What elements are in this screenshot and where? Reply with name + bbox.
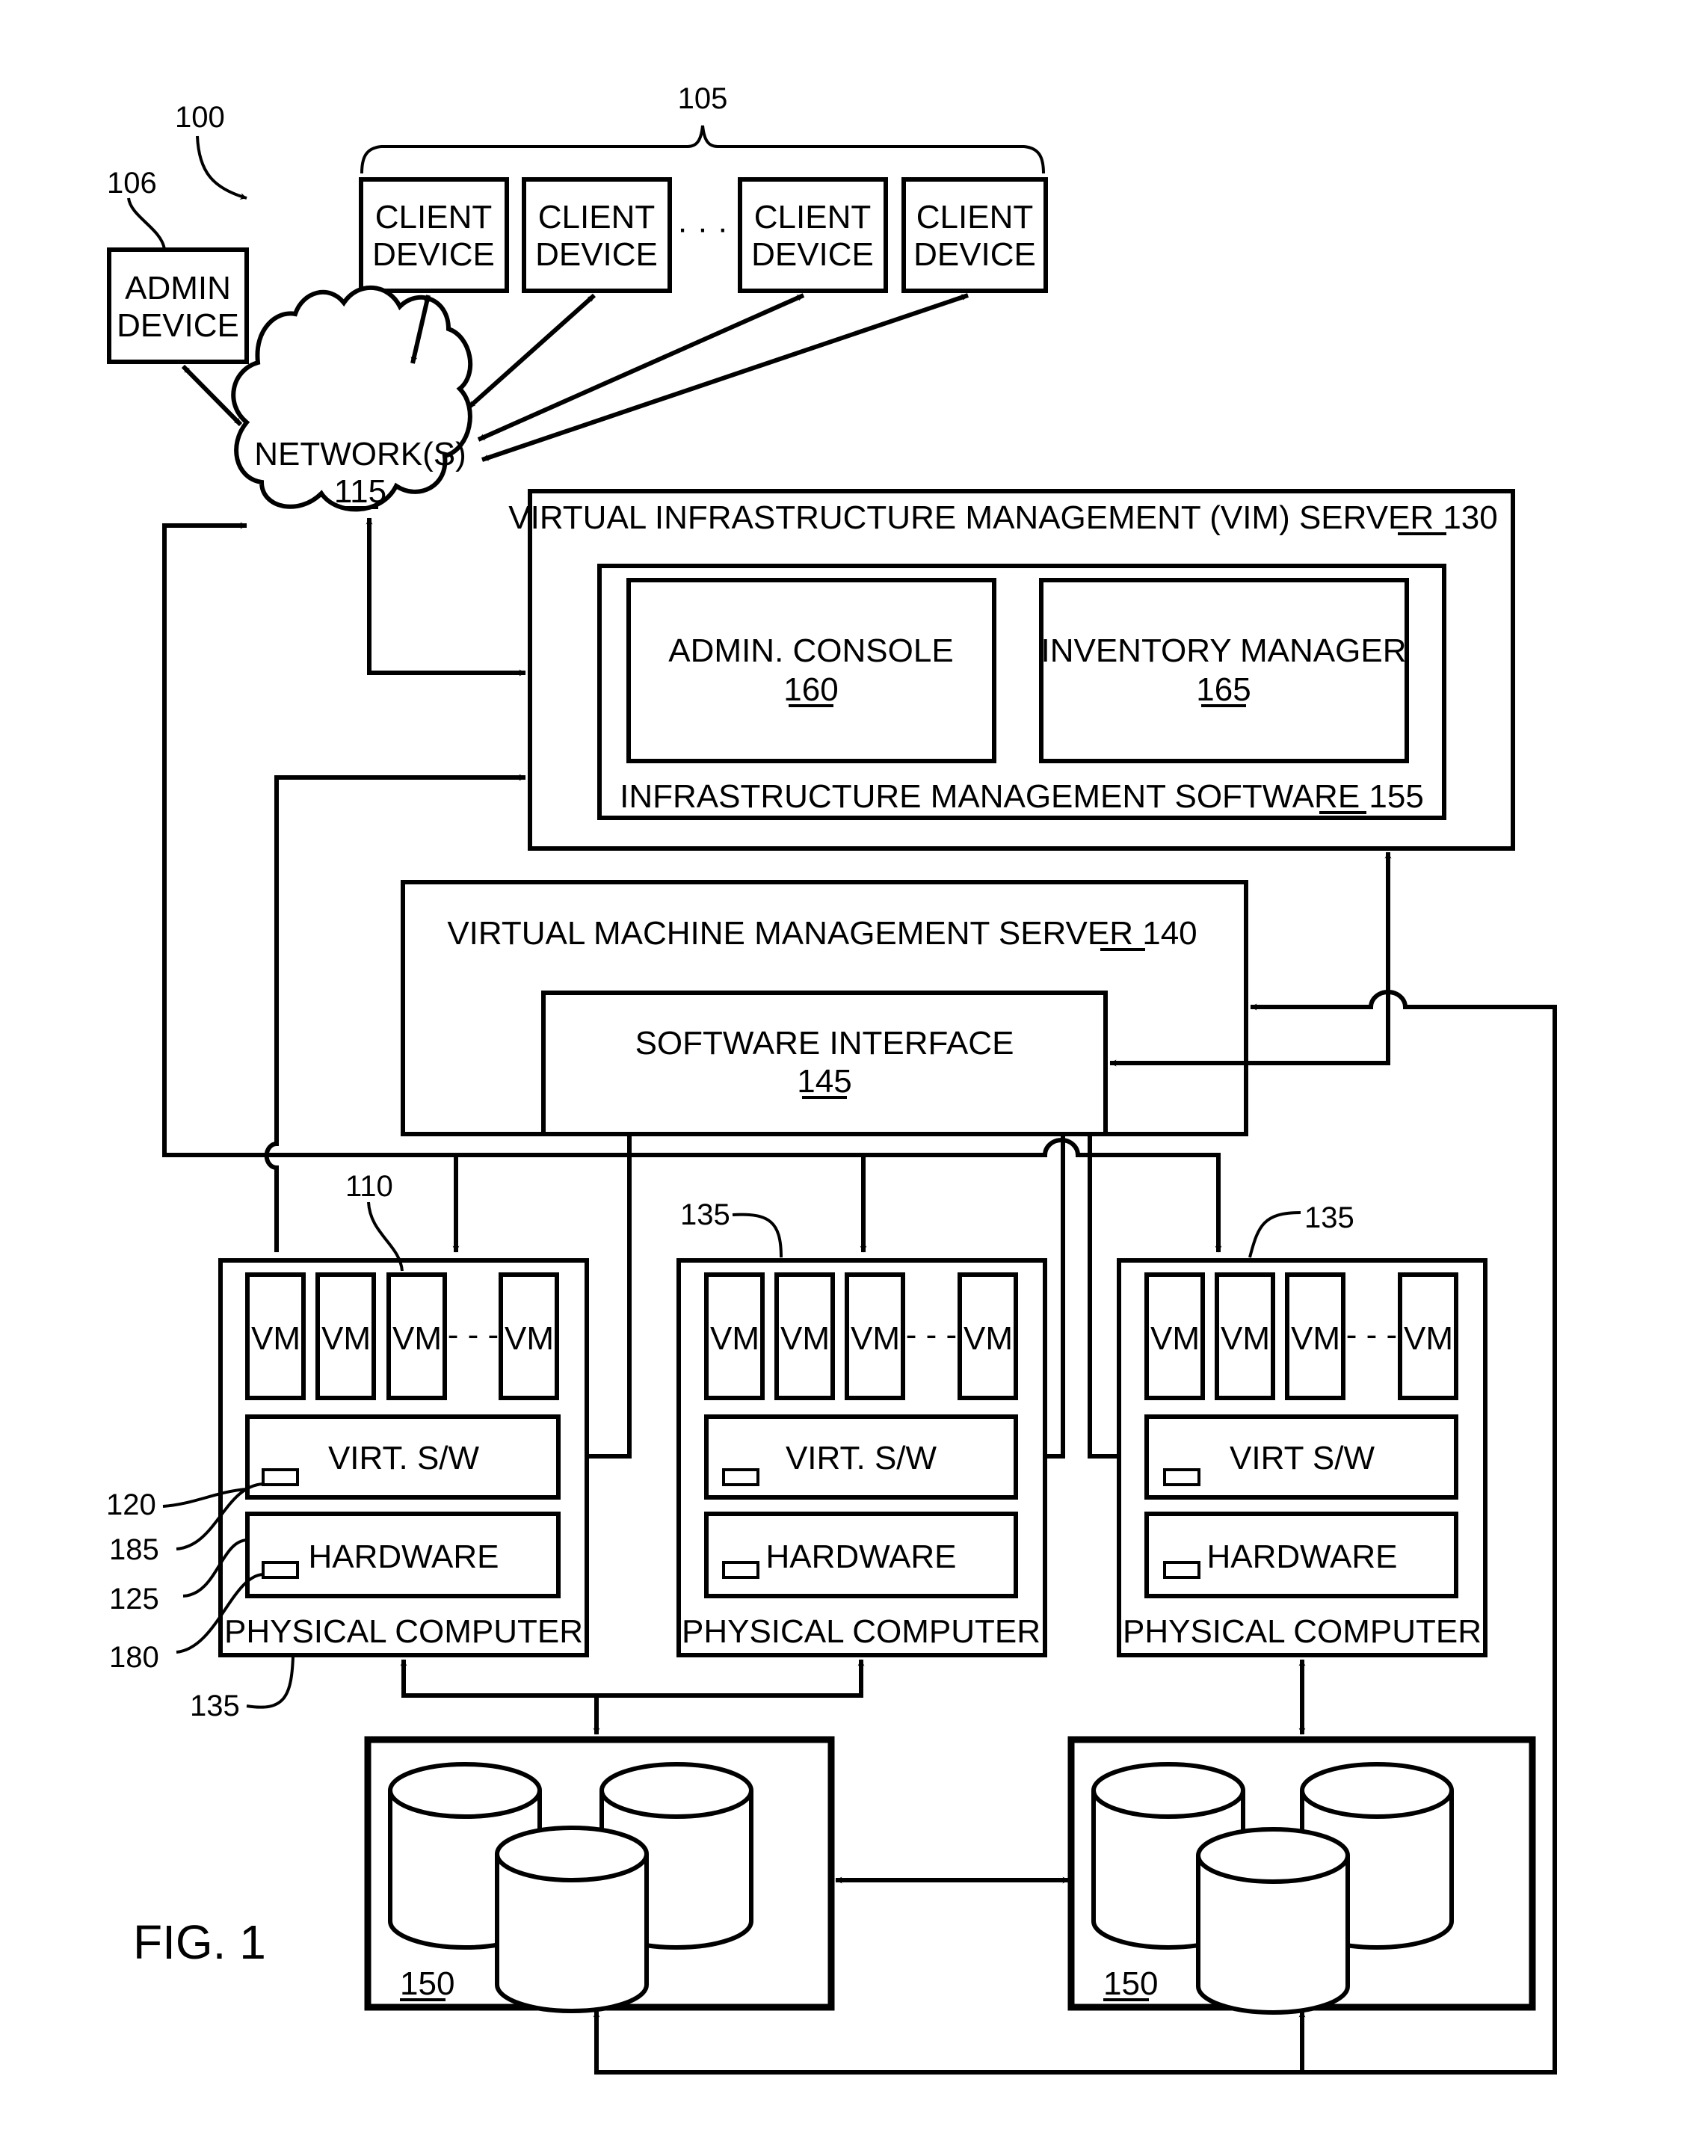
vm-2-4-label: VM	[964, 1320, 1013, 1357]
link-bus-computer3	[863, 1138, 1222, 1253]
admin-device[interactable]: ADMIN DEVICE	[107, 247, 249, 364]
link-bus-computer2	[456, 1153, 867, 1253]
network-cloud[interactable]: NETWORK(S) 115	[231, 285, 473, 512]
computer1-ref-leader	[246, 1656, 295, 1709]
vm-3-3-label: VM	[1291, 1320, 1340, 1357]
software-interface-label: SOFTWARE INTERFACE	[635, 1025, 1014, 1062]
storage-2-ref: 150	[1103, 1965, 1158, 2002]
link-client2-network	[467, 293, 596, 410]
hardware-1-label: HARDWARE	[308, 1539, 499, 1575]
computer3-ref-leader	[1248, 1211, 1301, 1258]
virtualization-system-diagram: /* marker sizes */ 100 106 ADMIN DEVICE …	[106, 82, 1557, 2075]
vm-3-ellipsis: - - -	[1346, 1316, 1397, 1353]
virt-sw-2-label: VIRT. S/W	[786, 1440, 937, 1476]
client-device-4-line2: DEVICE	[913, 236, 1036, 273]
client-device-1[interactable]: CLIENT DEVICE	[359, 177, 509, 293]
inventory-manager[interactable]: INVENTORY MANAGER 165	[1039, 578, 1409, 763]
client-group-ref: 105	[678, 82, 728, 115]
storage-array-2[interactable]: 150	[1067, 1736, 1536, 2015]
client-group-brace	[360, 125, 1045, 174]
inventory-manager-ref: 165	[1196, 671, 1251, 708]
link-bus-computer1	[164, 1153, 460, 1253]
link-network-vim	[366, 517, 526, 677]
vmm-server[interactable]: VIRTUAL MACHINE MANAGEMENT SERVER 140 SO…	[401, 880, 1248, 1136]
physical-computer-1-label: PHYSICAL COMPUTER	[224, 1613, 583, 1650]
client-device-3-line2: DEVICE	[751, 236, 874, 273]
admin-console-label: ADMIN. CONSOLE	[668, 632, 953, 669]
client-device-1-line2: DEVICE	[372, 236, 495, 273]
admin-device-line1: ADMIN	[125, 270, 231, 307]
vm-2-3-label: VM	[851, 1320, 900, 1357]
hardware-3-label: HARDWARE	[1206, 1539, 1397, 1575]
system-ref-arrow	[196, 135, 247, 200]
ims-label: INFRASTRUCTURE MANAGEMENT SOFTWARE 155	[620, 778, 1424, 815]
vm-3-2-label: VM	[1221, 1320, 1270, 1357]
callout-vm-ref: 110	[345, 1170, 393, 1203]
virt-sw-1-label: VIRT. S/W	[328, 1440, 480, 1476]
client-device-4[interactable]: CLIENT DEVICE	[901, 177, 1048, 293]
vm-1-3-label: VM	[392, 1320, 442, 1357]
callout-hardware-ref: 125	[109, 1583, 159, 1616]
network-label: NETWORK(S)	[254, 436, 466, 472]
admin-console-ref: 160	[783, 671, 838, 708]
vm-3-1-label: VM	[1150, 1320, 1200, 1357]
physical-computer-1[interactable]: VM VM VM - - - VM VIRT. S/W HARDWARE PHY…	[218, 1258, 589, 1657]
admin-device-ref: 106	[107, 167, 157, 200]
vm-1-ellipsis: - - -	[448, 1316, 499, 1353]
admin-device-line2: DEVICE	[117, 307, 239, 344]
vm-2-2-label: VM	[780, 1320, 830, 1357]
vmm-server-label: VIRTUAL MACHINE MANAGEMENT SERVER 140	[447, 915, 1197, 952]
vmm-server-ref: 140	[1142, 915, 1197, 952]
callout-virt-sw-ref: 120	[106, 1488, 156, 1521]
vm-2-1-label: VM	[710, 1320, 759, 1357]
hardware-2-label: HARDWARE	[765, 1539, 956, 1575]
vim-server-label: VIRTUAL INFRASTRUCTURE MANAGEMENT (VIM) …	[508, 499, 1498, 536]
vim-server[interactable]: VIRTUAL INFRASTRUCTURE MANAGEMENT (VIM) …	[508, 489, 1515, 851]
physical-computer-2[interactable]: VM VM VM - - - VM VIRT. S/W HARDWARE PHY…	[676, 1258, 1047, 1657]
link-pc1-storage	[400, 1659, 865, 1698]
vm-2-ellipsis: - - -	[906, 1316, 957, 1353]
client-devices-ellipsis: · · ·	[677, 210, 728, 247]
computer3-ref: 135	[1304, 1201, 1354, 1234]
storage-array-1[interactable]: 150	[364, 1736, 835, 2013]
computer2-ref: 135	[680, 1198, 730, 1231]
client-device-3-line1: CLIENT	[754, 199, 871, 235]
client-device-3[interactable]: CLIENT DEVICE	[738, 177, 888, 293]
system-ref-label: 100	[175, 101, 225, 134]
link-storage-bottom-bus	[593, 2010, 1302, 2075]
computer2-ref-leader	[732, 1213, 783, 1258]
inventory-manager-label: INVENTORY MANAGER	[1040, 632, 1406, 669]
link-client4-network	[481, 293, 969, 462]
software-interface[interactable]: SOFTWARE INTERFACE 145	[541, 991, 1108, 1136]
vm-1-2-label: VM	[321, 1320, 371, 1357]
vm-1-1-label: VM	[251, 1320, 300, 1357]
client-device-2-line1: CLIENT	[538, 199, 655, 235]
software-interface-ref: 145	[797, 1063, 851, 1100]
physical-computer-3[interactable]: VM VM VM - - - VM VIRT S/W HARDWARE PHYS…	[1117, 1258, 1487, 1657]
client-device-2-line2: DEVICE	[535, 236, 658, 273]
computer1-ref: 135	[190, 1690, 240, 1722]
storage-1-ref: 150	[400, 1965, 454, 2002]
callout-virt-component-ref: 185	[109, 1533, 159, 1566]
vim-server-ref: 130	[1443, 499, 1497, 536]
link-bus-network	[162, 522, 247, 1157]
client-device-1-line1: CLIENT	[375, 199, 492, 235]
admin-console[interactable]: ADMIN. CONSOLE 160	[626, 578, 996, 763]
network-ref: 115	[334, 473, 386, 510]
vm-3-4-label: VM	[1404, 1320, 1453, 1357]
callout-hw-component-ref: 180	[109, 1641, 159, 1674]
client-device-4-line1: CLIENT	[916, 199, 1033, 235]
admin-device-leader	[127, 197, 166, 250]
vm-1-4-label: VM	[505, 1320, 554, 1357]
ims-ref: 155	[1369, 778, 1423, 815]
physical-computer-3-label: PHYSICAL COMPUTER	[1123, 1613, 1482, 1650]
figure-caption: FIG. 1	[133, 1915, 266, 1969]
client-device-2[interactable]: CLIENT DEVICE	[522, 177, 672, 293]
physical-computer-2-label: PHYSICAL COMPUTER	[682, 1613, 1040, 1650]
virt-sw-3-label: VIRT S/W	[1230, 1440, 1375, 1476]
